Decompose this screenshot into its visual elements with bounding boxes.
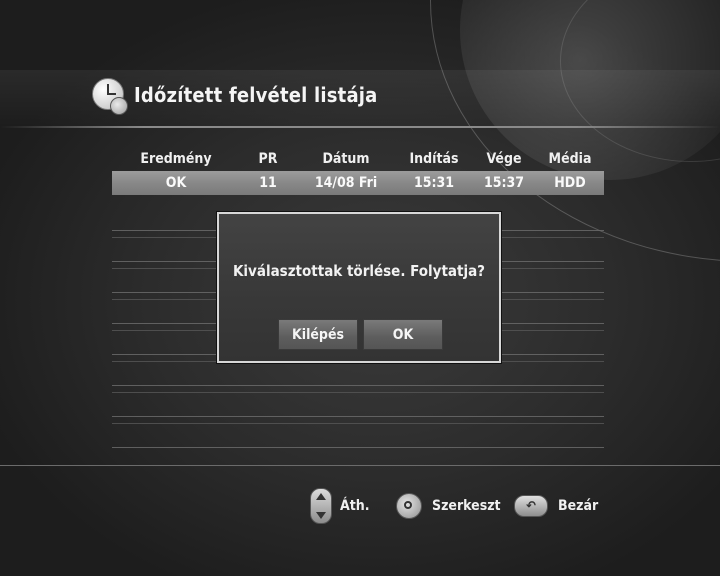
cell-media: HDD [554,175,586,191]
footer-close-label: Bezár [558,498,599,514]
page-title: Időzített felvétel listája [134,83,378,107]
confirm-dialog: Kiválasztottak törlése. Folytatja? Kilép… [217,212,501,363]
screen: Időzített felvétel listája Eredmény PR D… [0,0,720,576]
exit-button[interactable]: Kilépés [278,319,358,350]
ok-button[interactable]: OK [363,319,443,350]
footer-divider [0,465,720,466]
cell-start: 15:31 [413,175,455,191]
cell-pr: 11 [259,175,277,191]
empty-row-line [112,447,604,448]
clock-minute-hand [107,93,116,95]
footer-move-label: Áth. [340,498,370,514]
empty-row-line [112,385,604,386]
cell-result: OK [165,175,187,191]
return-button-icon: ↶ [514,495,548,517]
header-divider [0,126,720,128]
footer-close-hint: ↶ Bezár [514,484,598,528]
page-header: Időzített felvétel listája [92,73,377,117]
table-row[interactable]: OK 11 14/08 Fri 15:31 15:37 HDD [112,171,604,195]
clock-icon [92,78,128,115]
column-header-end: Vége [486,151,522,167]
column-header-media: Média [548,151,592,167]
table-header: Eredmény PR Dátum Indítás Vége Média [112,149,604,169]
cell-end: 15:37 [483,175,525,191]
footer-edit-label: Szerkeszt [432,498,501,514]
footer-edit-hint: Szerkeszt [396,484,501,528]
column-header-result: Eredmény [140,151,212,167]
column-header-date: Dátum [322,151,370,167]
footer-hints: Áth. Szerkeszt ↶ Bezár [0,484,720,528]
dialog-message: Kiválasztottak törlése. Folytatja? [232,262,486,280]
column-header-start: Indítás [409,151,459,167]
cell-date: 14/08 Fri [314,175,378,191]
empty-row-line [112,392,604,393]
ok-button-icon [396,493,422,519]
empty-row-line [112,416,604,417]
column-header-pr: PR [258,151,278,167]
up-down-nav-icon [310,488,332,524]
clock-badge [110,97,128,115]
empty-row-line [112,423,604,424]
footer-move-hint: Áth. [310,484,370,528]
